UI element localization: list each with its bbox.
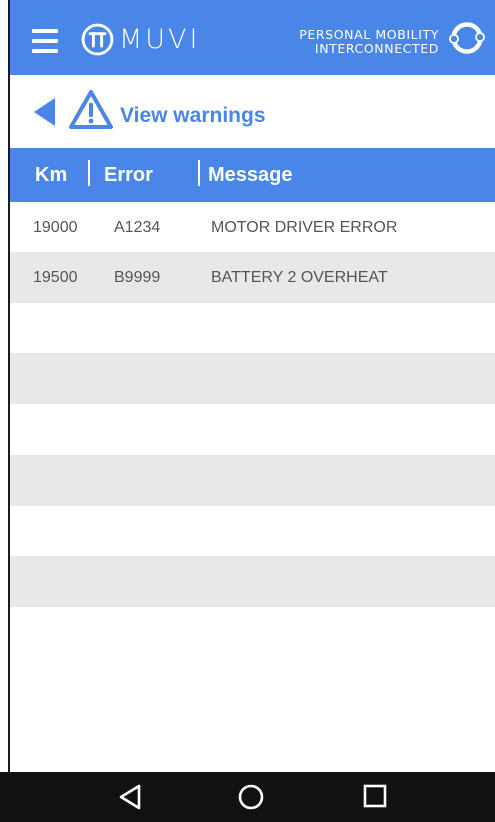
table-row[interactable] xyxy=(10,455,495,506)
table-row[interactable]: 19500 B9999 BATTERY 2 OVERHEAT xyxy=(10,252,495,303)
app-screen: MUVI PERSONAL MOBILITY INTERCONNECTED Vi… xyxy=(10,0,495,772)
hamburger-menu-icon[interactable] xyxy=(32,29,58,53)
cell-error: B9999 xyxy=(114,269,161,286)
table-header: Km Error Message xyxy=(10,148,495,202)
column-header-error: Error xyxy=(104,164,153,186)
back-arrow-icon[interactable] xyxy=(32,97,58,127)
table-row[interactable]: 19000 A1234 MOTOR DRIVER ERROR xyxy=(10,202,495,253)
column-separator xyxy=(88,160,90,186)
tagline-line-2: INTERCONNECTED xyxy=(314,41,439,56)
cell-message: MOTOR DRIVER ERROR xyxy=(211,219,398,236)
page-title: View warnings xyxy=(120,104,266,127)
table-row[interactable] xyxy=(10,353,495,404)
cell-km: 19000 xyxy=(33,219,78,236)
brand-wordmark: MUVI xyxy=(119,24,201,55)
column-separator xyxy=(198,160,200,186)
ring-connect-icon xyxy=(449,22,485,54)
table-row[interactable] xyxy=(10,556,495,607)
nav-recent-apps-icon[interactable] xyxy=(363,784,387,808)
nav-home-icon[interactable] xyxy=(238,784,264,810)
cell-error: A1234 xyxy=(114,219,161,236)
cell-message: BATTERY 2 OVERHEAT xyxy=(211,269,388,286)
brand-tagline: PERSONAL MOBILITY INTERCONNECTED xyxy=(299,28,439,56)
column-header-message: Message xyxy=(208,164,293,186)
android-nav-bar xyxy=(0,772,495,822)
table-row[interactable] xyxy=(10,404,495,455)
top-app-bar: MUVI PERSONAL MOBILITY INTERCONNECTED xyxy=(10,0,495,75)
table-row[interactable] xyxy=(10,302,495,353)
nav-back-icon[interactable] xyxy=(118,784,142,810)
table-row[interactable] xyxy=(10,506,495,557)
column-header-km: Km xyxy=(35,164,68,186)
muvi-logo-icon xyxy=(81,23,114,56)
cell-km: 19500 xyxy=(33,269,78,286)
warning-triangle-icon xyxy=(69,90,113,129)
tagline-line-1: PERSONAL MOBILITY xyxy=(299,27,439,42)
